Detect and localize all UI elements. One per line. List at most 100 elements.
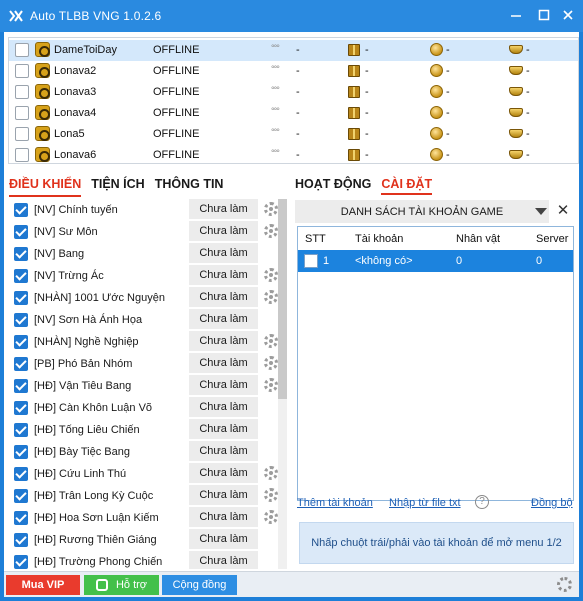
task-status-button[interactable]: Chưa làm: [189, 265, 258, 285]
task-status-button[interactable]: Chưa làm: [189, 375, 258, 395]
task-row[interactable]: [HĐ] Rương Thiên Giáng Chưa làm: [8, 529, 290, 551]
tab-dieu-khien[interactable]: ĐIỀU KHIỂN: [9, 177, 82, 197]
gear-icon[interactable]: [264, 268, 278, 282]
sync-link[interactable]: Đồng bộ: [531, 497, 573, 509]
account-checkbox[interactable]: [15, 43, 29, 57]
coin-icon: [430, 106, 443, 119]
task-status-button[interactable]: Chưa làm: [189, 485, 258, 505]
task-checkbox[interactable]: [14, 335, 28, 349]
task-status-button[interactable]: Chưa làm: [189, 309, 258, 329]
task-checkbox[interactable]: [14, 423, 28, 437]
buy-vip-button[interactable]: Mua VIP: [6, 575, 80, 595]
tab-tien-ich[interactable]: TIỆN ÍCH: [91, 177, 144, 197]
task-row[interactable]: [HĐ] Cứu Linh Thú Chưa làm: [8, 463, 290, 485]
tab-cai-dat[interactable]: CÀI ĐẶT: [381, 177, 433, 195]
row-checkbox[interactable]: [304, 254, 318, 268]
task-row[interactable]: [NV] Sư Môn Chưa làm: [8, 221, 290, 243]
task-checkbox[interactable]: [14, 269, 28, 283]
account-checkbox[interactable]: [15, 85, 29, 99]
account-row[interactable]: Lonava2 OFFLINE °°° - - - -: [9, 61, 578, 82]
tab-thong-tin[interactable]: THÔNG TIN: [155, 177, 224, 197]
gear-icon[interactable]: [264, 488, 278, 502]
task-row[interactable]: [HĐ] Hoa Sơn Luận Kiếm Chưa làm: [8, 507, 290, 529]
gear-icon[interactable]: [264, 290, 278, 304]
gear-icon[interactable]: [264, 202, 278, 216]
task-status-button[interactable]: Chưa làm: [189, 463, 258, 483]
task-status-button[interactable]: Chưa làm: [189, 287, 258, 307]
account-row[interactable]: Lonava4 OFFLINE °°° - - - -: [9, 103, 578, 124]
gear-icon[interactable]: [264, 510, 278, 524]
task-row[interactable]: [NV] Sơn Hà Ánh Họa Chưa làm: [8, 309, 290, 331]
task-checkbox[interactable]: [14, 247, 28, 261]
account-checkbox[interactable]: [15, 106, 29, 120]
gear-icon[interactable]: [264, 378, 278, 392]
task-row[interactable]: [HĐ] Bày Tiệc Bang Chưa làm: [8, 441, 290, 463]
account-row[interactable]: Lonava6 OFFLINE °°° - - - -: [9, 145, 578, 166]
task-checkbox[interactable]: [14, 225, 28, 239]
account-row[interactable]: Lonava3 OFFLINE °°° - - - -: [9, 82, 578, 103]
game-account-dropdown[interactable]: DANH SÁCH TÀI KHOẢN GAME: [295, 200, 549, 223]
task-row[interactable]: [HĐ] Trân Long Kỳ Cuộc Chưa làm: [8, 485, 290, 507]
task-status-button[interactable]: Chưa làm: [189, 529, 258, 549]
task-checkbox[interactable]: [14, 379, 28, 393]
task-checkbox[interactable]: [14, 357, 28, 371]
import-txt-link[interactable]: Nhập từ file txt: [389, 497, 461, 509]
task-status-button[interactable]: Chưa làm: [189, 419, 258, 439]
task-scrollbar[interactable]: [278, 199, 287, 569]
task-row[interactable]: [HĐ] Càn Khôn Luận Võ Chưa làm: [8, 397, 290, 419]
account-ingot-value: -: [526, 65, 530, 77]
task-row[interactable]: [NV] Chính tuyến Chưa làm: [8, 199, 290, 221]
task-checkbox[interactable]: [14, 511, 28, 525]
task-status-button[interactable]: Chưa làm: [189, 353, 258, 373]
task-row[interactable]: [NHÀN] Nghề Nghiệp Chưa làm: [8, 331, 290, 353]
task-row[interactable]: [PB] Phó Bản Nhóm Chưa làm: [8, 353, 290, 375]
task-status-button[interactable]: Chưa làm: [189, 221, 258, 241]
task-checkbox[interactable]: [14, 533, 28, 547]
task-checkbox[interactable]: [14, 313, 28, 327]
maximize-icon[interactable]: [537, 8, 551, 22]
task-row[interactable]: [HĐ] Vận Tiêu Bang Chưa làm: [8, 375, 290, 397]
task-row[interactable]: [HĐ] Tống Liêu Chiến Chưa làm: [8, 419, 290, 441]
add-account-link[interactable]: Thêm tài khoản: [297, 497, 373, 509]
account-checkbox[interactable]: [15, 148, 29, 162]
gear-icon[interactable]: [264, 356, 278, 370]
task-status-button[interactable]: Chưa làm: [189, 551, 258, 569]
task-status-button[interactable]: Chưa làm: [189, 331, 258, 351]
support-button[interactable]: Hỗ trợ: [84, 575, 159, 595]
task-status-button[interactable]: Chưa làm: [189, 199, 258, 219]
task-checkbox[interactable]: [14, 401, 28, 415]
task-checkbox[interactable]: [14, 555, 28, 569]
task-checkbox[interactable]: [14, 489, 28, 503]
help-icon[interactable]: ?: [475, 495, 489, 509]
account-value: -: [296, 149, 300, 161]
table-row[interactable]: 1 <không có> 0 0: [298, 250, 573, 272]
task-row[interactable]: [NV] Trừng Ác Chưa làm: [8, 265, 290, 287]
account-status: OFFLINE: [153, 65, 200, 77]
task-row[interactable]: [HĐ] Trường Phong Chiến Chưa làm: [8, 551, 290, 569]
account-row[interactable]: Lona5 OFFLINE °°° - - - -: [9, 124, 578, 145]
chevron-down-icon[interactable]: [535, 208, 547, 215]
task-checkbox[interactable]: [14, 291, 28, 305]
task-checkbox[interactable]: [14, 445, 28, 459]
task-row[interactable]: [NV] Bang Chưa làm: [8, 243, 290, 265]
task-row[interactable]: [NHÀN] 1001 Ước Nguyện Chưa làm: [8, 287, 290, 309]
tab-hoat-dong[interactable]: HOẠT ĐỘNG: [295, 177, 371, 195]
account-checkbox[interactable]: [15, 64, 29, 78]
task-checkbox[interactable]: [14, 203, 28, 217]
task-checkbox[interactable]: [14, 467, 28, 481]
account-checkbox[interactable]: [15, 127, 29, 141]
gear-icon[interactable]: [264, 466, 278, 480]
task-status-button[interactable]: Chưa làm: [189, 243, 258, 263]
task-status-button[interactable]: Chưa làm: [189, 507, 258, 527]
settings-gear-icon[interactable]: [557, 577, 572, 592]
close-panel-icon[interactable]: ✕: [556, 203, 570, 219]
minimize-icon[interactable]: [509, 8, 523, 22]
task-status-button[interactable]: Chưa làm: [189, 397, 258, 417]
task-status-button[interactable]: Chưa làm: [189, 441, 258, 461]
community-button[interactable]: Cộng đồng: [162, 575, 237, 595]
gear-icon[interactable]: [264, 224, 278, 238]
gear-icon[interactable]: [264, 334, 278, 348]
account-row[interactable]: DameToiDay OFFLINE °°° - - - -: [9, 40, 578, 61]
task-scrollbar-thumb[interactable]: [278, 199, 287, 399]
close-icon[interactable]: [561, 8, 575, 22]
